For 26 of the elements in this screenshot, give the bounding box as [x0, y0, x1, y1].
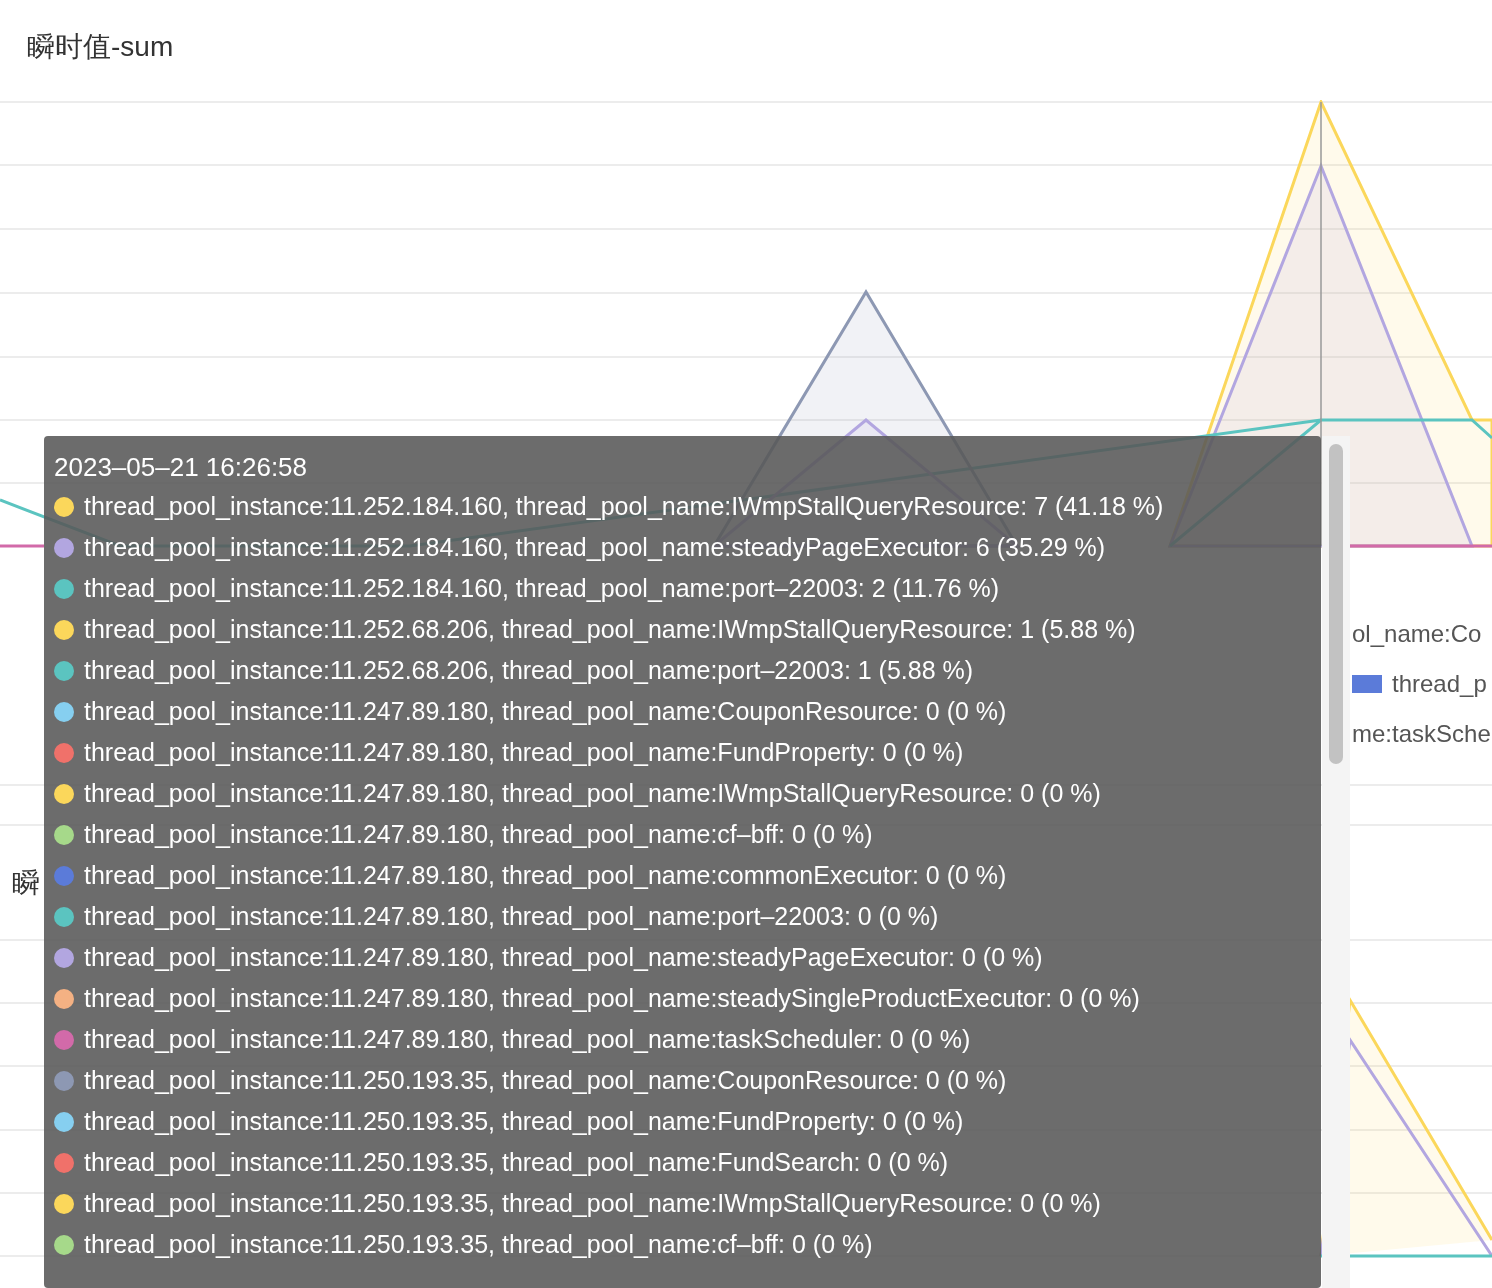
tooltip-entry: thread_pool_instance:11.247.89.180, thread_pool_name:CouponResource: 0 (0 %) [84, 697, 1007, 726]
legend-label[interactable]: ol_name:Co [1352, 620, 1482, 648]
tooltip-entry: thread_pool_instance:11.250.193.35, thread_pool_name:CouponResource: 0 (0 %) [84, 1066, 1007, 1095]
tooltip-entry: thread_pool_instance:11.250.193.35, thread_pool_name:FundProperty: 0 (0 %) [84, 1107, 964, 1136]
tooltip-entry: thread_pool_instance:11.250.193.35, thread_pool_name:IWmpStallQueryResource: 0 (0 %) [84, 1189, 1101, 1218]
scrollbar[interactable] [1322, 436, 1350, 1288]
legend-label[interactable]: thread_p [1392, 670, 1487, 698]
tooltip-time: 2023–05–21 16:26:58 [54, 451, 309, 484]
tooltip-entry: thread_pool_instance:11.252.184.160, thread_pool_name:port–22003: 2 (11.76 %) [84, 574, 1000, 603]
tooltip-entry: thread_pool_instance:11.247.89.180, thread_pool_name:cf–bff: 0 (0 %) [84, 820, 873, 849]
chart-title: 瞬 [12, 866, 40, 900]
tooltip-entry: thread_pool_instance:11.252.68.206, thread_pool_name:IWmpStallQueryResource: 1 (5.88 %) [84, 615, 1136, 644]
tooltip-entry: thread_pool_instance:11.252.184.160, thread_pool_name:steadyPageExecutor: 6 (35.29 %) [84, 533, 1106, 562]
tooltip-entry: thread_pool_instance:11.247.89.180, thread_pool_name:IWmpStallQueryResource: 0 (0 %) [84, 779, 1101, 808]
tooltip-entry: thread_pool_instance:11.247.89.180, thread_pool_name:FundProperty: 0 (0 %) [84, 738, 964, 767]
tooltip-entry: thread_pool_instance:11.252.68.206, thread_pool_name:port–22003: 1 (5.88 %) [84, 656, 974, 685]
chart-title: 瞬时值-sum [27, 30, 174, 64]
legend-label[interactable]: me:taskSche [1352, 720, 1491, 748]
tooltip-entry: thread_pool_instance:11.252.184.160, thread_pool_name:IWmpStallQueryResource: 7 (41.18 %) [84, 492, 1164, 521]
tooltip-entry: thread_pool_instance:11.250.193.35, thread_pool_name:cf–bff: 0 (0 %) [84, 1230, 873, 1259]
tooltip-entry: thread_pool_instance:11.250.193.35, thread_pool_name:FundSearch: 0 (0 %) [84, 1148, 949, 1177]
tooltip-entry: thread_pool_instance:11.247.89.180, thread_pool_name:steadySingleProductExecutor: 0 (0 %) [84, 984, 1140, 1013]
tooltip-entry: thread_pool_instance:11.247.89.180, thread_pool_name:taskScheduler: 0 (0 %) [84, 1025, 971, 1054]
tooltip-entry: thread_pool_instance:11.247.89.180, thread_pool_name:commonExecutor: 0 (0 %) [84, 861, 1007, 890]
tooltip-entry: thread_pool_instance:11.247.89.180, thread_pool_name:port–22003: 0 (0 %) [84, 902, 939, 931]
tooltip-entry: thread_pool_instance:11.247.89.180, thread_pool_name:steadyPageExecutor: 0 (0 %) [84, 943, 1043, 972]
